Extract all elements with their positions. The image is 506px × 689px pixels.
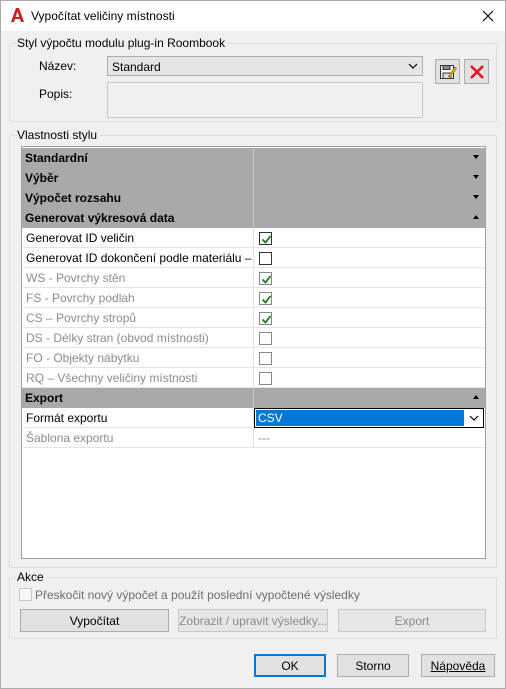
category-drawing-data[interactable]: Generovat výkresová data	[22, 208, 485, 228]
style-name-value: Standard	[112, 60, 161, 74]
property-grid[interactable]: Standardní Výběr Výpočet rozsahu Generov…	[21, 146, 486, 559]
checkmark-icon	[261, 295, 272, 304]
export-template-value: ---	[258, 431, 270, 445]
ok-button[interactable]: OK	[254, 654, 326, 677]
save-edit-icon	[439, 64, 457, 79]
property-checkbox[interactable]	[259, 352, 272, 365]
skip-calculation-label: Přeskočit nový výpočet a použít poslední…	[35, 588, 360, 602]
property-label: WS - Povrchy stěn	[26, 271, 126, 285]
close-button[interactable]	[471, 1, 505, 31]
actions-group-title: Akce	[17, 570, 47, 584]
style-name-dropdown[interactable]: Standard	[107, 56, 423, 76]
collapse-arrow-icon[interactable]	[473, 395, 479, 399]
property-checkbox[interactable]	[259, 312, 272, 325]
expand-arrow-icon[interactable]	[473, 175, 479, 179]
window-title: Vypočítat veličiny místnosti	[31, 9, 175, 23]
help-button-label: Nápověda	[430, 658, 486, 673]
property-row: RQ – Všechny veličiny místnosti	[22, 368, 485, 388]
property-row: Generovat ID veličin	[22, 228, 485, 248]
checkmark-icon	[261, 235, 272, 244]
skip-calculation-checkbox[interactable]	[19, 588, 32, 601]
property-row: WS - Povrchy stěn	[22, 268, 485, 288]
style-group-title: Styl výpočtu modulu plug-in Roombook	[17, 36, 229, 50]
property-label: FS - Povrchy podlah	[26, 291, 135, 305]
save-style-button[interactable]	[435, 59, 460, 84]
property-label: Generovat ID veličin	[26, 231, 135, 245]
property-label: FO - Objekty nábytku	[26, 351, 140, 365]
title-bar: Vypočítat veličiny místnosti	[1, 1, 505, 31]
property-checkbox[interactable]	[259, 292, 272, 305]
category-range-calc[interactable]: Výpočet rozsahu	[22, 188, 485, 208]
export-format-dropdown[interactable]: CSV	[254, 408, 484, 428]
category-standard[interactable]: Standardní	[22, 148, 485, 168]
property-checkbox[interactable]	[259, 232, 272, 245]
property-row: Generovat ID dokončení podle materiálu –…	[22, 248, 485, 268]
category-label: Export	[25, 391, 64, 405]
help-button[interactable]: Nápověda	[421, 654, 495, 677]
category-label: Generovat výkresová data	[25, 211, 175, 225]
property-checkbox[interactable]	[259, 272, 272, 285]
autocad-a-icon	[11, 8, 24, 22]
property-checkbox[interactable]	[259, 372, 272, 385]
calculate-button[interactable]: Vypočítat	[20, 609, 169, 632]
property-row: FO - Objekty nábytku	[22, 348, 485, 368]
category-label: Výběr	[25, 171, 59, 185]
category-label: Výpočet rozsahu	[25, 191, 122, 205]
chevron-down-icon	[408, 63, 418, 69]
delete-x-icon	[469, 64, 484, 79]
expand-arrow-icon[interactable]	[473, 195, 479, 199]
checkmark-icon	[261, 275, 272, 284]
property-label: Šablona exportu	[26, 431, 114, 445]
property-checkbox[interactable]	[259, 252, 272, 265]
close-icon	[482, 10, 494, 22]
property-row: Formát exportu CSV	[22, 408, 485, 428]
name-label: Název:	[39, 59, 77, 73]
export-format-value: CSV	[258, 411, 283, 425]
checkmark-icon	[261, 315, 272, 324]
chevron-down-icon	[469, 415, 479, 421]
view-edit-results-button[interactable]: Zobrazit / upravit výsledky...	[178, 609, 328, 632]
cancel-button[interactable]: Storno	[337, 654, 409, 677]
category-label: Standardní	[25, 151, 88, 165]
property-checkbox[interactable]	[259, 332, 272, 345]
dialog-window: Vypočítat veličiny místnosti Styl výpočt…	[0, 0, 506, 689]
property-row: CS – Povrchy stropů	[22, 308, 485, 328]
description-label: Popis:	[39, 87, 73, 101]
expand-arrow-icon[interactable]	[473, 155, 479, 159]
property-row: Šablona exportu ---	[22, 428, 485, 448]
export-button[interactable]: Export	[338, 609, 486, 632]
collapse-arrow-icon[interactable]	[473, 215, 479, 219]
property-label: Generovat ID dokončení podle materiálu –…	[26, 251, 252, 265]
property-row: FS - Povrchy podlah	[22, 288, 485, 308]
category-selection[interactable]: Výběr	[22, 168, 485, 188]
property-label: CS – Povrchy stropů	[26, 311, 137, 325]
delete-style-button[interactable]	[464, 59, 489, 84]
property-label: Formát exportu	[26, 411, 108, 425]
property-label: DS - Délky stran (obvod místnosti)	[26, 331, 209, 345]
description-field[interactable]	[107, 82, 423, 118]
properties-group-title: Vlastnosti stylu	[17, 128, 101, 142]
category-export[interactable]: Export	[22, 388, 485, 408]
property-label: RQ – Všechny veličiny místnosti	[26, 371, 198, 385]
property-row: DS - Délky stran (obvod místnosti)	[22, 328, 485, 348]
